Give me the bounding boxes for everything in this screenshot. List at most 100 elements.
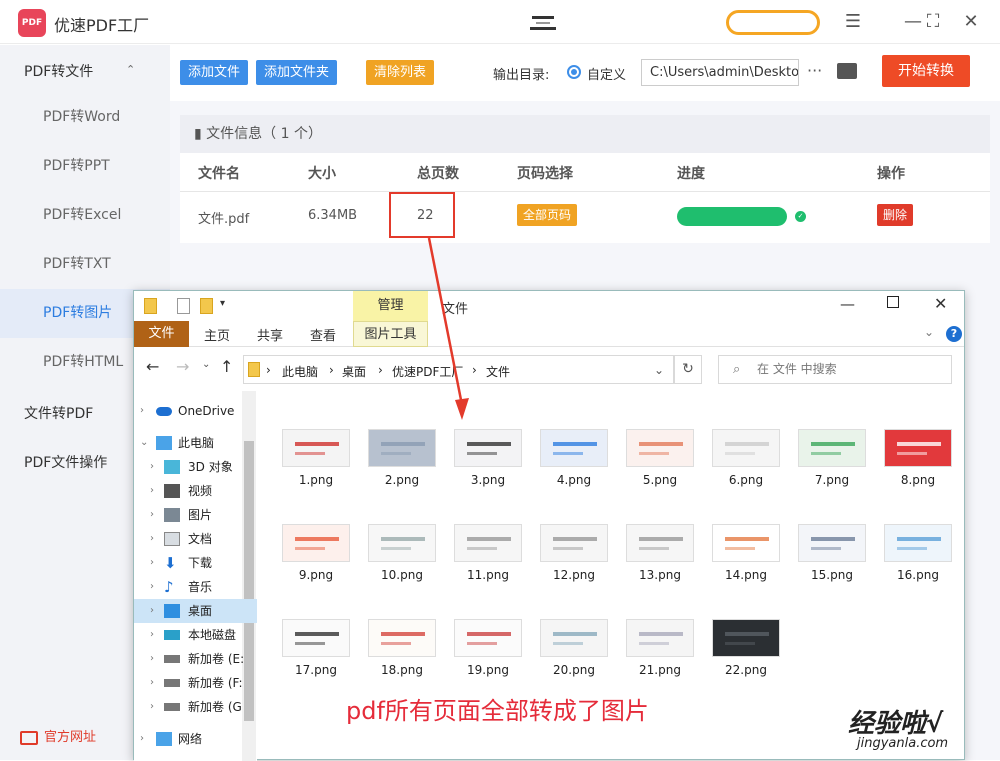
sidebar-item-pdf-to-ppt[interactable]: PDF转PPT xyxy=(0,142,170,191)
maximize-button[interactable] xyxy=(887,296,899,308)
preview-detail xyxy=(639,642,669,645)
chevron-down-icon[interactable]: ⌄ xyxy=(924,325,934,339)
tree-node-3d-objects[interactable]: › 3D 对象 xyxy=(134,455,257,479)
up-icon[interactable]: ↑ xyxy=(220,357,233,376)
tree-node-volume-e[interactable]: › 新加卷 (E: xyxy=(134,647,257,671)
new-folder-icon[interactable] xyxy=(200,298,213,314)
add-folder-button[interactable]: 添加文件夹 xyxy=(256,60,338,85)
folder-icon[interactable] xyxy=(837,63,857,79)
search-input[interactable]: ⌕ 在 文件 中搜索 xyxy=(718,355,952,384)
tree-label: 文档 xyxy=(188,532,213,546)
chevron-down-icon[interactable]: ⌄ xyxy=(654,363,664,377)
path-box[interactable]: › 此电脑 › 桌面 › 优速PDF工厂 › 文件 ⌄ xyxy=(243,355,674,384)
file-thumbnail[interactable]: 16.png xyxy=(878,486,958,582)
progress-bar xyxy=(677,207,787,226)
tab-share[interactable]: 共享 xyxy=(257,325,283,344)
tab-view[interactable]: 查看 xyxy=(310,325,336,344)
back-icon[interactable]: ← xyxy=(146,357,159,376)
file-thumbnail[interactable]: 18.png xyxy=(362,581,442,677)
tree-node-documents[interactable]: › 文档 xyxy=(134,527,257,551)
sidebar-group-pdf-to-file[interactable]: PDF转文件 xyxy=(24,61,93,81)
properties-icon[interactable] xyxy=(177,298,190,314)
sidebar-item-pdf-to-word[interactable]: PDF转Word xyxy=(0,93,170,142)
manage-tab[interactable]: 管理 xyxy=(353,291,428,321)
file-thumbnail[interactable]: 12.png xyxy=(534,486,614,582)
refresh-icon[interactable]: ↻ xyxy=(674,355,702,384)
file-thumbnail[interactable]: 21.png xyxy=(620,581,700,677)
breadcrumb-desktop[interactable]: 桌面 xyxy=(342,363,366,380)
file-thumbnail[interactable]: 9.png xyxy=(276,486,356,582)
file-thumbnail[interactable]: 10.png xyxy=(362,486,442,582)
tab-home[interactable]: 主页 xyxy=(204,325,230,344)
tree-node-downloads[interactable]: › ⬇ 下载 xyxy=(134,551,257,575)
tree-node-pictures[interactable]: › 图片 xyxy=(134,503,257,527)
breadcrumb-files[interactable]: 文件 xyxy=(486,363,510,380)
file-thumbnail[interactable]: 14.png xyxy=(706,486,786,582)
minimize-button[interactable]: — xyxy=(840,295,855,313)
sidebar-item-pdf-to-excel[interactable]: PDF转Excel xyxy=(0,191,170,240)
custom-dir-radio[interactable] xyxy=(567,65,581,79)
preview-detail xyxy=(553,537,597,541)
file-thumbnail[interactable]: 19.png xyxy=(448,581,528,677)
tree-node-onedrive[interactable]: › OneDrive xyxy=(134,399,257,423)
chevron-up-icon[interactable]: ⌃ xyxy=(126,63,135,76)
clear-list-button[interactable]: 清除列表 xyxy=(366,60,435,85)
output-path-input[interactable] xyxy=(641,59,799,86)
file-thumbnail[interactable]: 6.png xyxy=(706,391,786,487)
delete-button[interactable]: 删除 xyxy=(877,204,914,226)
tree-node-desktop[interactable]: › 桌面 xyxy=(134,599,257,623)
file-info-title: 文件信息（ 1 个） xyxy=(206,126,322,142)
sidebar-group-label: PDF文件操作 xyxy=(24,455,108,471)
file-thumbnail[interactable]: 13.png xyxy=(620,486,700,582)
tree-node-this-pc[interactable]: ⌄ 此电脑 xyxy=(134,431,257,455)
file-thumbnail[interactable]: 20.png xyxy=(534,581,614,677)
file-thumbnail[interactable]: 2.png xyxy=(362,391,442,487)
sidebar-item-pdf-to-txt[interactable]: PDF转TXT xyxy=(0,240,170,289)
file-thumbnail[interactable]: 17.png xyxy=(276,581,356,677)
file-thumbnail[interactable]: 15.png xyxy=(792,486,872,582)
recent-locations-icon[interactable]: ⌄ xyxy=(202,359,210,370)
tab-file[interactable]: 文件 xyxy=(134,321,189,347)
tree-node-local-disk[interactable]: › 本地磁盘 xyxy=(134,623,257,647)
folder-icon[interactable] xyxy=(144,298,157,314)
tree-node-videos[interactable]: › 视频 xyxy=(134,479,257,503)
official-site-label: 官方网址 xyxy=(44,730,97,745)
close-icon[interactable]: ✕ xyxy=(934,294,947,313)
image-preview xyxy=(540,429,608,467)
breadcrumb-app-folder[interactable]: 优速PDF工厂 xyxy=(392,363,463,380)
official-site-link[interactable]: 官方网址 xyxy=(20,726,96,745)
chevron-down-icon[interactable]: ▾ xyxy=(220,298,225,309)
sidebar-group-pdf-operations[interactable]: PDF文件操作 xyxy=(24,452,107,472)
page-select-button[interactable]: 全部页码 xyxy=(517,204,578,226)
sidebar-group-file-to-pdf[interactable]: 文件转PDF xyxy=(24,403,93,423)
start-convert-button[interactable]: 开始转换 xyxy=(882,55,970,87)
file-thumbnail[interactable]: 22.png xyxy=(706,581,786,677)
file-thumbnail[interactable]: 11.png xyxy=(448,486,528,582)
forward-icon[interactable]: → xyxy=(176,357,189,376)
file-thumbnail[interactable]: 7.png xyxy=(792,391,872,487)
tab-picture-tools[interactable]: 图片工具 xyxy=(353,321,428,347)
file-thumbnail[interactable]: 8.png xyxy=(878,391,958,487)
tree-label: 新加卷 (F: xyxy=(188,676,243,690)
menu-icon[interactable]: ☰ xyxy=(838,8,868,36)
breadcrumb-sep: › xyxy=(472,363,477,377)
tree-node-network[interactable]: › 网络 xyxy=(134,727,257,751)
add-file-button[interactable]: 添加文件 xyxy=(180,60,249,85)
file-thumbnail[interactable]: 3.png xyxy=(448,391,528,487)
file-thumbnail[interactable]: 1.png xyxy=(276,391,356,487)
search-placeholder: 在 文件 中搜索 xyxy=(757,362,837,376)
close-icon[interactable]: ✕ xyxy=(956,8,986,36)
caption-text: pdf所有页面全部转成了图片 xyxy=(346,697,649,725)
more-options-button[interactable]: ··· xyxy=(807,61,822,80)
file-thumbnail[interactable]: 5.png xyxy=(620,391,700,487)
tree-label: 新加卷 (G xyxy=(188,700,242,714)
file-thumbnail[interactable]: 4.png xyxy=(534,391,614,487)
file-name-label: 18.png xyxy=(381,663,423,677)
tree-node-volume-g[interactable]: › 新加卷 (G xyxy=(134,695,257,719)
breadcrumb-this-pc[interactable]: 此电脑 xyxy=(282,363,318,380)
help-icon[interactable]: ? xyxy=(946,326,962,342)
maximize-icon[interactable]: ⛶ xyxy=(918,8,948,36)
tree-node-music[interactable]: › ♪ 音乐 xyxy=(134,575,257,599)
tree-node-volume-f[interactable]: › 新加卷 (F: xyxy=(134,671,257,695)
user-account-badge[interactable] xyxy=(726,10,820,35)
